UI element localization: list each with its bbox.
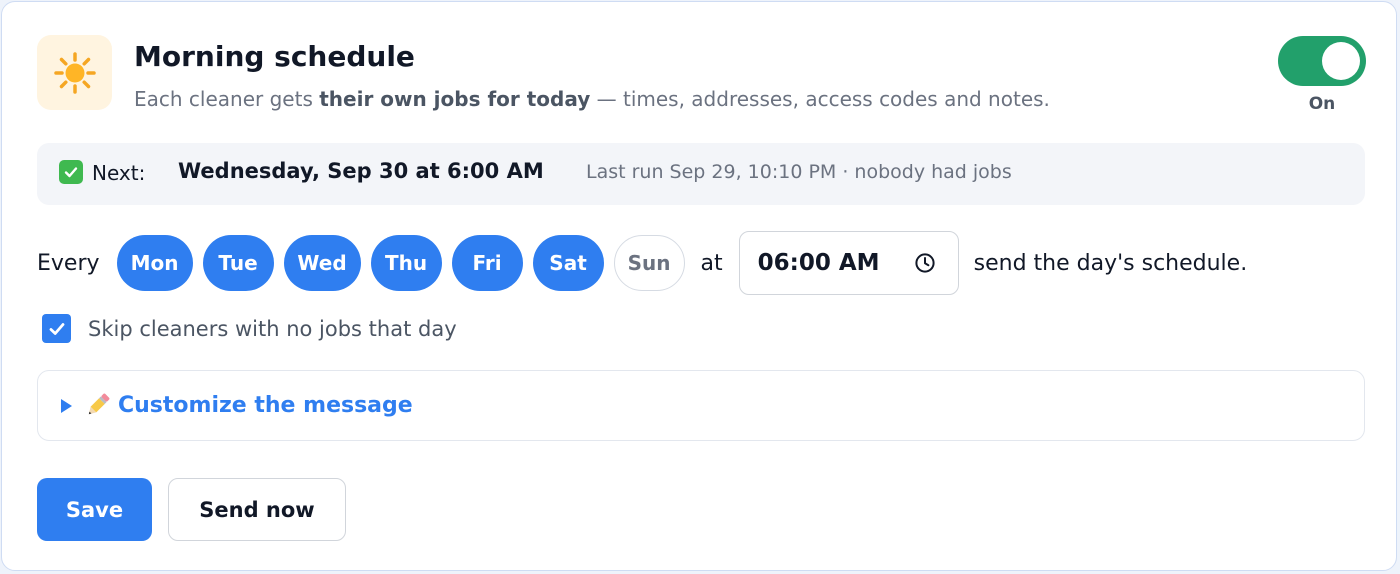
day-toggle-thu[interactable]: Thu — [370, 235, 442, 291]
at-label: at — [700, 250, 723, 276]
send-now-button[interactable]: Send now — [168, 478, 346, 541]
clock-icon[interactable] — [914, 252, 936, 274]
checkbox-check-icon — [49, 322, 64, 335]
schedule-row: Every Mon Tue Wed Thu Fri Sat Sun at 06:… — [37, 231, 1247, 295]
day-toggle-sun[interactable]: Sun — [613, 235, 685, 291]
check-mark-icon — [59, 160, 83, 184]
schedule-suffix: send the day's schedule. — [973, 250, 1248, 276]
day-toggle-tue[interactable]: Tue — [202, 235, 274, 291]
skip-empty-label: Skip cleaners with no jobs that day — [88, 316, 457, 341]
sun-icon — [53, 51, 96, 94]
next-label: Next: — [92, 161, 146, 185]
save-button[interactable]: Save — [37, 478, 152, 541]
skip-option: Skip cleaners with no jobs that day — [42, 314, 457, 343]
schedule-toggle[interactable] — [1278, 36, 1366, 86]
day-toggle-sat[interactable]: Sat — [532, 235, 604, 291]
next-run-banner: Next: Wednesday, Sep 30 at 6:00 AM Last … — [37, 143, 1365, 205]
pencil-icon — [88, 393, 110, 415]
description-prefix: Each cleaner gets — [134, 87, 320, 111]
disclosure-triangle-icon — [61, 399, 72, 413]
toggle-state-label: On — [1308, 94, 1336, 114]
customize-message-disclosure[interactable]: Customize the message — [37, 370, 1365, 441]
last-run-status: Last run Sep 29, 10:10 PM · nobody had j… — [586, 161, 1012, 183]
time-input[interactable]: 06:00 AM — [738, 231, 959, 295]
toggle-knob — [1322, 42, 1360, 80]
skip-empty-checkbox[interactable] — [42, 314, 71, 343]
customize-message-label: Customize the message — [118, 393, 413, 418]
schedule-description: Each cleaner gets their own jobs for tod… — [134, 87, 1050, 111]
page-title: Morning schedule — [134, 40, 415, 73]
next-run-time: Wednesday, Sep 30 at 6:00 AM — [178, 159, 544, 183]
description-suffix: — times, addresses, access codes and not… — [590, 87, 1050, 111]
day-toggle-fri[interactable]: Fri — [451, 235, 523, 291]
time-value: 06:00 AM — [757, 250, 880, 276]
morning-schedule-card: Morning schedule Each cleaner gets their… — [1, 1, 1397, 571]
every-label: Every — [37, 250, 100, 276]
day-toggle-mon[interactable]: Mon — [116, 235, 193, 291]
sun-icon-tile — [37, 35, 112, 110]
description-emphasis: their own jobs for today — [319, 87, 591, 111]
day-toggle-wed[interactable]: Wed — [283, 235, 361, 291]
